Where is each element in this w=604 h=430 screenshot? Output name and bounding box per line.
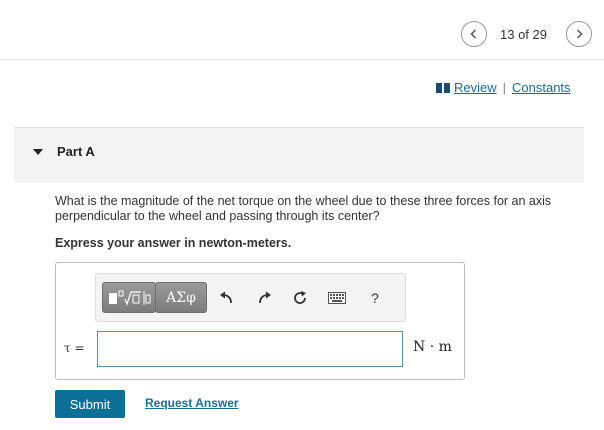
answer-variable-label: τ = [64,341,85,355]
reset-icon [294,291,306,304]
answer-instruction: Express your answer in newton-meters. [55,236,292,250]
chevron-left-icon [470,29,477,39]
keyboard-button[interactable] [327,288,347,308]
link-separator: | [502,80,507,95]
constants-link[interactable]: Constants [512,80,571,95]
symbols-button[interactable]: ΑΣφ [155,282,207,313]
templates-icon [109,290,151,306]
answer-panel: ΑΣφ ? τ = N · m [55,262,465,380]
reset-button[interactable] [290,288,310,308]
request-answer-link[interactable]: Request Answer [145,396,239,410]
undo-icon [220,291,232,304]
keyboard-icon [328,292,346,304]
math-toolbar: ΑΣφ ? [95,273,406,322]
resource-links: Review | Constants [436,80,571,95]
next-item-button[interactable] [566,21,592,47]
chevron-right-icon [576,29,583,39]
submit-button[interactable]: Submit [55,390,125,418]
review-link[interactable]: Review [454,80,497,95]
undo-button[interactable] [216,288,236,308]
part-header[interactable]: Part A [14,127,584,183]
help-button[interactable]: ? [365,288,385,308]
caret-down-icon[interactable] [33,149,43,155]
item-counter: 13 of 29 [500,27,547,42]
previous-item-button[interactable] [461,21,487,47]
question-text: What is the magnitude of the net torque … [55,194,552,223]
answer-unit-label: N · m [413,339,452,355]
part-title: Part A [57,144,95,159]
redo-button[interactable] [255,288,275,308]
answer-input[interactable] [97,331,403,367]
redo-icon [259,291,271,304]
templates-button[interactable] [102,282,156,313]
book-icon [436,82,450,93]
top-navigation-bar: 13 of 29 [0,0,604,60]
